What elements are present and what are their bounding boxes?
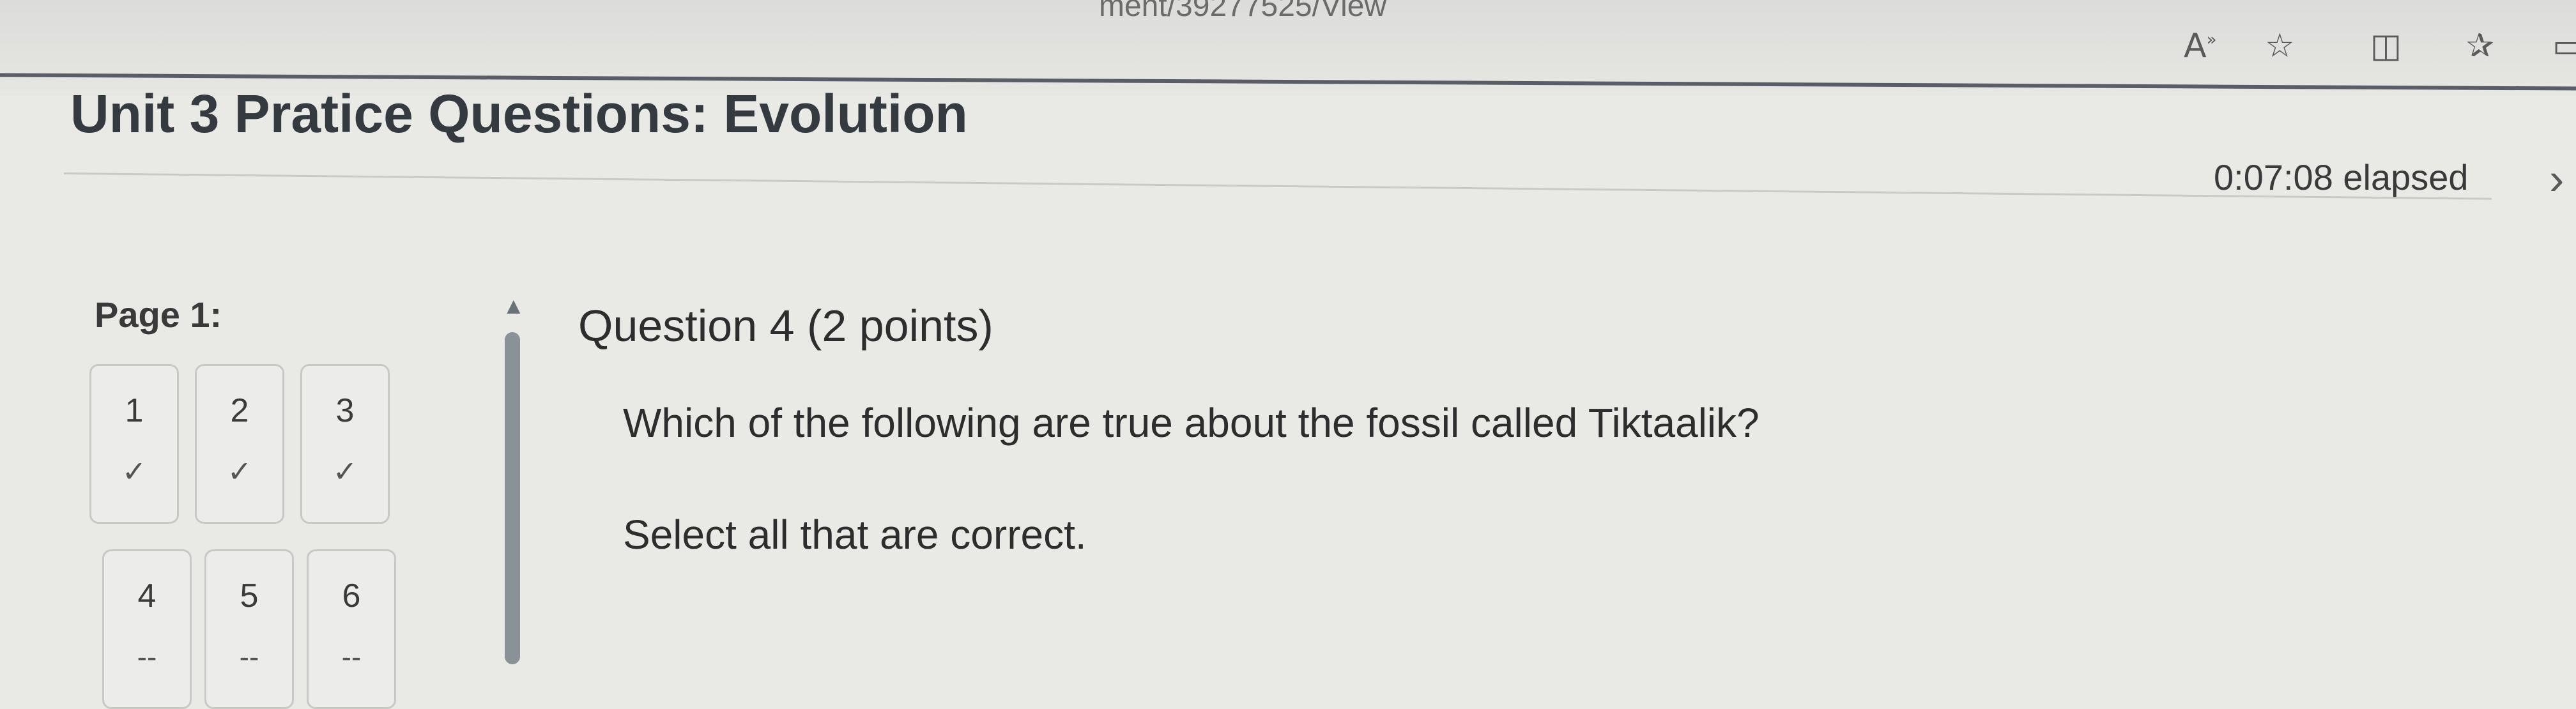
- question-nav-3[interactable]: 3 ✓: [300, 364, 390, 524]
- question-nav-1[interactable]: 1 ✓: [89, 364, 179, 524]
- read-aloud-icon[interactable]: A»: [2184, 27, 2217, 65]
- unanswered-dash-icon: --: [239, 640, 259, 673]
- address-bar-url[interactable]: ment/39277525/View: [1099, 0, 1386, 24]
- favorite-star-icon[interactable]: ☆: [2265, 27, 2295, 65]
- question-nav-number: 4: [137, 577, 157, 614]
- question-header: Question 4 (2 points): [578, 300, 993, 351]
- collections-icon[interactable]: ▭: [2552, 27, 2576, 65]
- quiz-title: Unit 3 Pratice Questions: Evolution: [70, 84, 968, 144]
- page-label: Page 1:: [95, 294, 222, 335]
- answered-check-icon: ✓: [332, 455, 358, 488]
- question-points: (2 points): [807, 301, 993, 351]
- answered-check-icon: ✓: [227, 455, 252, 488]
- answered-check-icon: ✓: [121, 455, 147, 488]
- question-nav-5[interactable]: 5 --: [204, 549, 294, 709]
- chevron-right-icon[interactable]: ›: [2549, 153, 2564, 204]
- favorites-list-icon[interactable]: ✰: [2466, 27, 2494, 65]
- scroll-up-arrow-icon[interactable]: ▲: [502, 293, 525, 319]
- question-nav-number: 3: [335, 392, 355, 429]
- question-label: Question 4: [578, 301, 795, 351]
- question-nav-2[interactable]: 2 ✓: [195, 364, 284, 524]
- question-nav-6[interactable]: 6 --: [307, 549, 396, 709]
- question-nav-number: 2: [230, 392, 249, 429]
- unanswered-dash-icon: --: [137, 640, 157, 673]
- question-nav-number: 6: [342, 577, 361, 614]
- question-nav-number: 5: [240, 577, 259, 614]
- elapsed-timer: 0:07:08 elapsed: [2214, 157, 2469, 197]
- unanswered-dash-icon: --: [341, 640, 362, 673]
- split-screen-icon[interactable]: ◫: [2370, 27, 2402, 65]
- question-text: Which of the following are true about th…: [623, 400, 1759, 446]
- question-nav-number: 1: [125, 392, 144, 429]
- question-nav-4[interactable]: 4 --: [102, 549, 192, 709]
- question-instruction: Select all that are correct.: [623, 512, 1087, 558]
- header-divider: [63, 172, 2492, 200]
- navigator-scrollbar[interactable]: [505, 332, 520, 664]
